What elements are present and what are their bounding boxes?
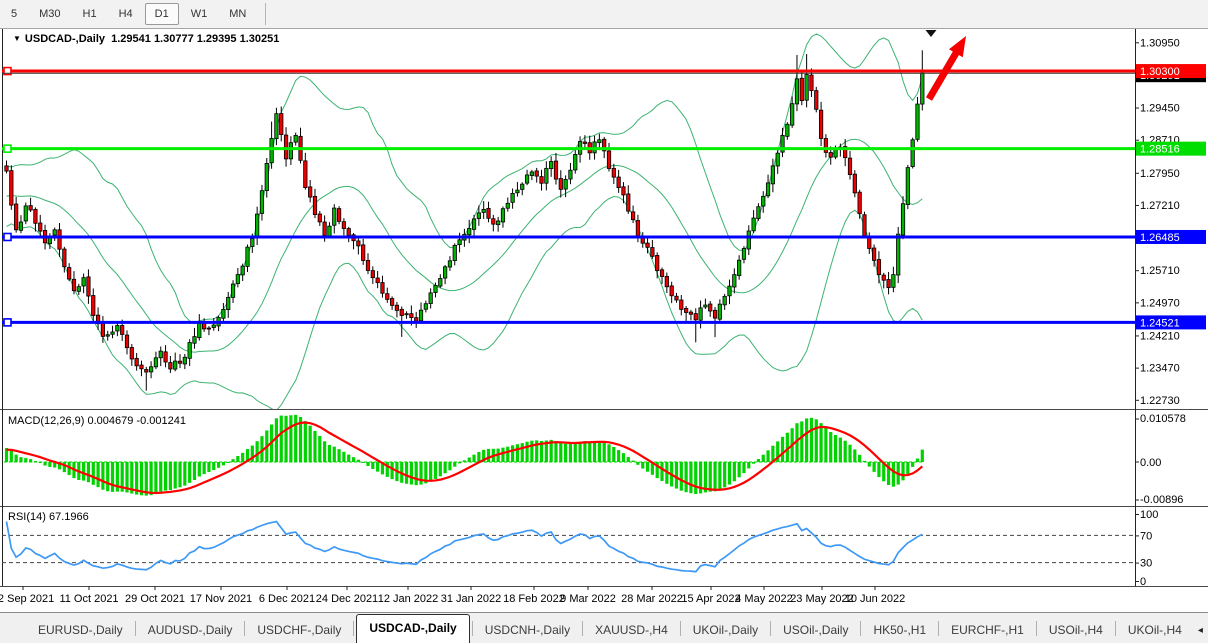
svg-text:1.26485: 1.26485 — [1140, 232, 1180, 244]
timeframe-toolbar: 5M30H1H4D1W1MN — [0, 0, 1208, 29]
symbol-tab-eurchfh1[interactable]: EURCHF-,H1 — [941, 617, 1034, 643]
chart-ohlc-values: 1.29541 1.30777 1.29395 1.30251 — [111, 33, 279, 45]
svg-text:4 May 2022: 4 May 2022 — [735, 593, 792, 605]
tab-separator — [244, 621, 245, 636]
svg-text:1.28516: 1.28516 — [1140, 144, 1180, 156]
chart-area[interactable]: 1.309501.294501.287101.279501.272101.257… — [0, 0, 1208, 612]
svg-text:17 Nov 2021: 17 Nov 2021 — [190, 593, 252, 605]
mt4-terminal-window: 5M30H1H4D1W1MN 1.309501.294501.287101.27… — [0, 0, 1208, 643]
svg-text:1.23470: 1.23470 — [1140, 363, 1180, 375]
svg-text:15 Apr 2022: 15 Apr 2022 — [681, 593, 740, 605]
timeframe-button-H4[interactable]: H4 — [109, 3, 143, 25]
symbol-tab-usdcaddaily[interactable]: USDCAD-,Daily — [356, 614, 469, 643]
symbol-tab-bar: EURUSD-,DailyAUDUSD-,DailyUSDCHF-,DailyU… — [0, 612, 1208, 643]
svg-text:70: 70 — [1140, 530, 1152, 542]
svg-text:1.30950: 1.30950 — [1140, 37, 1180, 49]
svg-text:1.27950: 1.27950 — [1140, 168, 1180, 180]
svg-text:1.24970: 1.24970 — [1140, 297, 1180, 309]
symbol-tab-xauusdh4[interactable]: XAUUSD-,H4 — [585, 617, 678, 643]
svg-text:10 Jun 2022: 10 Jun 2022 — [845, 593, 906, 605]
timeframe-button-MN[interactable]: MN — [219, 3, 256, 25]
svg-text:24 Dec 2021: 24 Dec 2021 — [316, 593, 378, 605]
tab-separator — [353, 621, 354, 636]
symbol-tab-eurusddaily[interactable]: EURUSD-,Daily — [28, 617, 133, 643]
svg-text:6 Dec 2021: 6 Dec 2021 — [259, 593, 315, 605]
svg-text:31 Jan 2022: 31 Jan 2022 — [441, 593, 502, 605]
svg-text:0.010578: 0.010578 — [1140, 413, 1186, 425]
tab-separator — [1115, 621, 1116, 636]
chart-title: ▼ USDCAD-,Daily 1.29541 1.30777 1.29395 1… — [13, 33, 279, 45]
timeframe-button-H1[interactable]: H1 — [73, 3, 107, 25]
price-chart-canvas[interactable]: 1.309501.294501.287101.279501.272101.257… — [0, 0, 1208, 612]
tab-separator — [680, 621, 681, 636]
svg-text:30: 30 — [1140, 558, 1152, 570]
symbol-tab-usdchfdaily[interactable]: USDCHF-,Daily — [247, 617, 351, 643]
symbol-tab-usdcnhdaily[interactable]: USDCNH-,Daily — [475, 617, 580, 643]
hline-handle-1.24521[interactable] — [4, 319, 11, 326]
toolbar-separator — [265, 3, 266, 25]
svg-text:1.24521: 1.24521 — [1140, 317, 1180, 329]
tabs-scroll-left-icon[interactable]: ◂ — [1198, 625, 1203, 636]
timeframe-button-W1[interactable]: W1 — [181, 3, 218, 25]
tab-separator — [135, 621, 136, 636]
tab-scroll-controls: ◂ ▸ — [1192, 625, 1208, 643]
timeframe-button-5[interactable]: 5 — [1, 3, 27, 25]
chart-symbol-period: USDCAD-,Daily — [25, 33, 105, 45]
time-axis[interactable]: 22 Sep 2021 11 Oct 2021 29 Oct 2021 17 Nov … — [0, 586, 905, 605]
timeframe-button-D1[interactable]: D1 — [145, 3, 179, 25]
symbol-tabs: EURUSD-,DailyAUDUSD-,DailyUSDCHF-,DailyU… — [0, 613, 1192, 643]
hline-handle-1.26485[interactable] — [4, 233, 11, 240]
svg-text:12 Jan 2022: 12 Jan 2022 — [378, 593, 439, 605]
tab-separator — [1036, 621, 1037, 636]
symbol-tab-usoilh4[interactable]: USOil-,H4 — [1039, 617, 1113, 643]
svg-text:1.25710: 1.25710 — [1140, 265, 1180, 277]
svg-text:1.27210: 1.27210 — [1140, 200, 1180, 212]
symbol-tab-ukoilh4[interactable]: UKOil-,H4 — [1118, 617, 1192, 643]
svg-text:9 Mar 2022: 9 Mar 2022 — [560, 593, 616, 605]
svg-text:1.29450: 1.29450 — [1140, 103, 1180, 115]
svg-text:-0.00896: -0.00896 — [1140, 494, 1183, 506]
svg-text:100: 100 — [1140, 509, 1158, 521]
symbol-tab-ukoildaily[interactable]: UKOil-,Daily — [683, 617, 768, 643]
tab-separator — [472, 621, 473, 636]
svg-text:0.00: 0.00 — [1140, 457, 1161, 469]
svg-text:22 Sep 2021: 22 Sep 2021 — [0, 593, 54, 605]
svg-text:11 Oct 2021: 11 Oct 2021 — [59, 593, 118, 605]
timeframe-buttons: 5M30H1H4D1W1MN — [0, 3, 257, 25]
hline-handle-1.28516[interactable] — [4, 145, 11, 152]
rsi-indicator-label: RSI(14) 67.1966 — [8, 511, 89, 523]
symbol-tab-audusddaily[interactable]: AUDUSD-,Daily — [138, 617, 243, 643]
tab-separator — [860, 621, 861, 636]
svg-text:0: 0 — [1140, 576, 1146, 588]
symbol-tab-usoildaily[interactable]: USOil-,Daily — [773, 617, 858, 643]
svg-text:28 Mar 2022: 28 Mar 2022 — [621, 593, 683, 605]
svg-text:1.30300: 1.30300 — [1140, 66, 1180, 78]
timeframe-button-M30[interactable]: M30 — [29, 3, 70, 25]
tab-separator — [770, 621, 771, 636]
svg-text:18 Feb 2022: 18 Feb 2022 — [503, 593, 565, 605]
svg-text:1.24210: 1.24210 — [1140, 330, 1180, 342]
macd-indicator-label: MACD(12,26,9) 0.004679 -0.001241 — [8, 415, 186, 427]
tab-separator — [938, 621, 939, 636]
svg-text:29 Oct 2021: 29 Oct 2021 — [125, 593, 185, 605]
tab-separator — [582, 621, 583, 636]
symbol-tab-hk50h1[interactable]: HK50-,H1 — [863, 617, 936, 643]
symbol-dropdown-icon[interactable]: ▼ — [13, 34, 21, 43]
svg-text:1.22730: 1.22730 — [1140, 395, 1180, 407]
